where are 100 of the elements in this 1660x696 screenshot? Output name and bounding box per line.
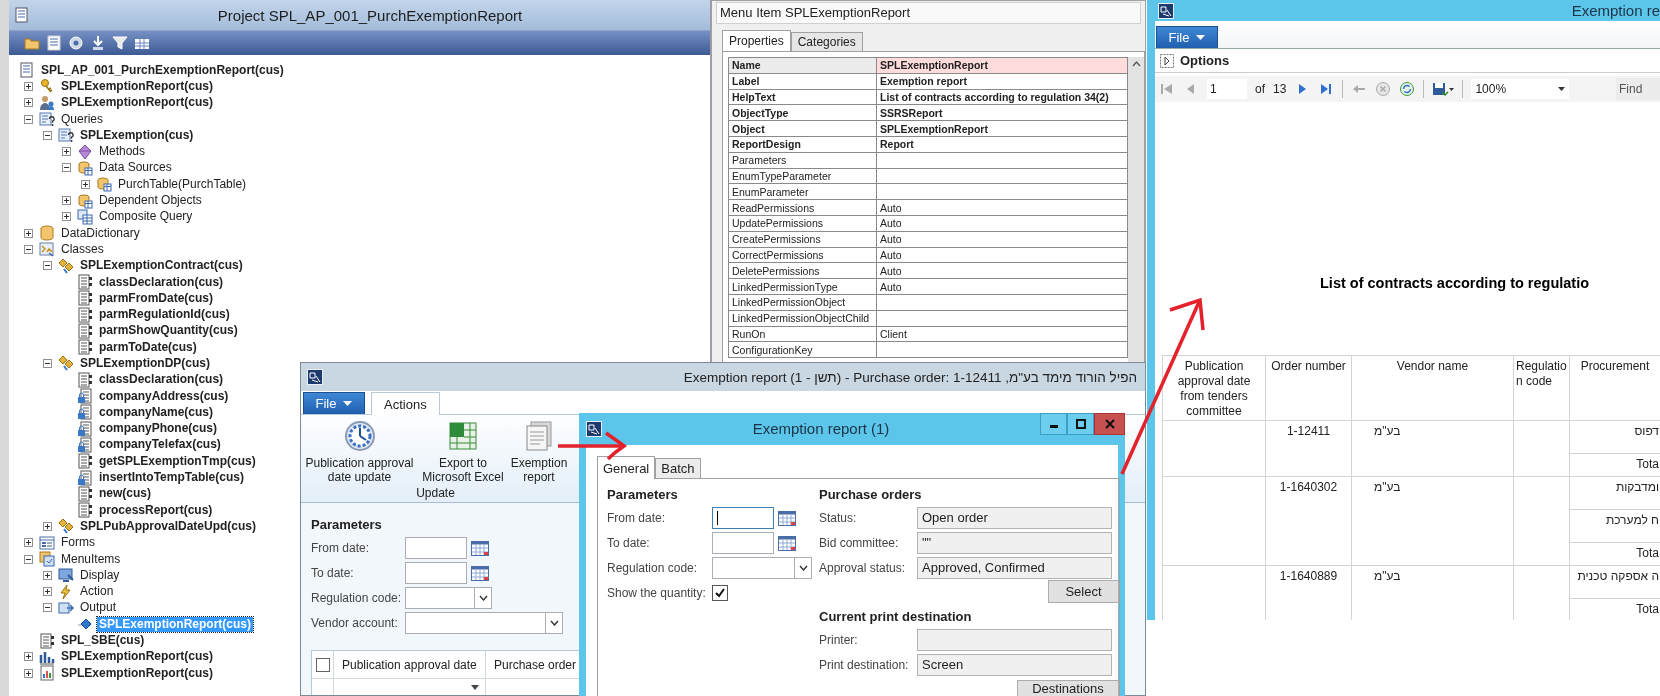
tree-item[interactable]: Data Sources [97, 160, 174, 176]
calendar-icon[interactable] [778, 509, 796, 526]
tree-expander[interactable] [81, 179, 90, 189]
file-menu-button[interactable]: File [1156, 26, 1218, 48]
scrollbar[interactable] [1128, 57, 1144, 364]
tree-expander[interactable] [62, 147, 71, 157]
tree-item[interactable]: classDeclaration(cus) [97, 372, 226, 388]
tree-item[interactable]: parmFromDate(cus) [97, 290, 216, 306]
filter-caret-icon[interactable] [471, 685, 479, 690]
tree-item[interactable]: classDeclaration(cus) [97, 274, 226, 290]
dropdown-field[interactable] [712, 556, 812, 579]
tab[interactable]: Categories [790, 32, 863, 51]
property-value[interactable]: Report [876, 136, 1128, 153]
tab[interactable]: General [597, 456, 656, 479]
ribbon-button[interactable]: Export to Microsoft Excel [418, 420, 508, 484]
tree-item[interactable]: insertIntoTempTable(cus) [97, 470, 246, 486]
tree-item[interactable]: SPLExemption(cus) [78, 127, 196, 143]
date-field[interactable] [712, 531, 774, 554]
tree-item[interactable]: Composite Query [97, 209, 195, 225]
tree-expander[interactable] [43, 261, 52, 271]
tree-item[interactable]: SPL_AP_001_PurchExemptionReport(cus) [39, 62, 286, 78]
calendar-icon[interactable] [471, 564, 489, 581]
tree-expander[interactable] [24, 114, 33, 124]
ribbon-button[interactable]: Exemption report [508, 420, 570, 484]
tree-expander[interactable] [24, 554, 33, 564]
calendar-icon[interactable] [471, 539, 489, 556]
tree-item[interactable]: SPLPubApprovalDateUpd(cus) [78, 518, 258, 534]
maximize-button[interactable] [1067, 413, 1094, 435]
dropdown-field[interactable] [405, 611, 563, 634]
tree-item[interactable]: parmRegulationId(cus) [97, 307, 232, 323]
tree-expander[interactable] [43, 359, 52, 368]
tree-item[interactable]: SPLExemptionContract(cus) [78, 258, 245, 274]
date-field[interactable] [405, 536, 467, 559]
tree-item[interactable]: SPLExemptionReport(cus) [59, 78, 215, 94]
open-folder-icon[interactable] [24, 35, 40, 51]
properties-icon[interactable] [46, 35, 62, 51]
tree-expander[interactable] [62, 212, 71, 222]
filter-icon[interactable] [112, 35, 128, 51]
tree-expander[interactable] [62, 196, 71, 205]
compile-icon[interactable] [68, 35, 84, 51]
property-value[interactable]: Auto [876, 231, 1128, 248]
tree-item[interactable]: Methods [97, 144, 148, 160]
tree-item[interactable]: SPL_SBE(cus) [59, 633, 147, 649]
tree-item[interactable]: Action [78, 584, 116, 600]
tree-item[interactable]: companyTelefax(cus) [97, 437, 223, 453]
tab[interactable]: Batch [655, 458, 701, 478]
tree-expander[interactable] [24, 668, 33, 678]
property-value[interactable]: SPLExemptionReport [876, 120, 1128, 137]
tree-item[interactable]: SPLExemptionDP(cus) [78, 356, 213, 371]
tree-item[interactable]: parmShowQuantity(cus) [97, 323, 240, 339]
property-value[interactable]: List of contracts according to regulation 34(2) [876, 89, 1128, 105]
tree-item[interactable]: Classes [59, 241, 106, 257]
checkbox[interactable] [712, 584, 728, 601]
dialog-button[interactable]: Select [1048, 580, 1119, 603]
dialog-button[interactable]: Destinations [1017, 680, 1119, 696]
tree-expander[interactable] [24, 652, 33, 662]
tree-item[interactable]: PurchTable(PurchTable) [116, 176, 249, 192]
refresh-icon[interactable] [1399, 81, 1416, 97]
scroll-up-icon[interactable] [1131, 61, 1141, 67]
calendar-icon[interactable] [778, 534, 796, 551]
tree-expander[interactable] [43, 587, 52, 597]
property-value[interactable]: Auto [876, 262, 1128, 279]
tree-item[interactable]: Forms [59, 535, 97, 551]
tree-item[interactable]: Output [78, 600, 119, 616]
file-menu-button[interactable]: File [303, 392, 365, 414]
page-number-field[interactable]: 1 [1207, 79, 1247, 99]
save-icon[interactable] [1432, 81, 1455, 97]
date-field[interactable] [405, 561, 467, 584]
tree-expander[interactable] [24, 228, 33, 238]
import-icon[interactable] [90, 35, 106, 51]
tree-item[interactable]: companyPhone(cus) [97, 421, 220, 437]
tree-expander[interactable] [24, 538, 33, 548]
tree-item[interactable]: processReport(cus) [97, 502, 215, 518]
tree-item[interactable]: SPLExemptionReport(cus) [59, 665, 215, 681]
tree-item[interactable]: parmToDate(cus) [97, 339, 199, 355]
tree-item[interactable]: DataDictionary [59, 225, 142, 241]
dropdown-field[interactable] [405, 586, 492, 609]
tree-item[interactable]: Queries [59, 111, 106, 127]
tree-item[interactable]: new(cus) [97, 486, 153, 502]
tree-expander[interactable] [43, 130, 52, 140]
tree-expander[interactable] [62, 163, 71, 173]
tree-item[interactable]: SPLExemptionReport(cus) [59, 95, 215, 111]
property-value[interactable]: Auto [876, 278, 1128, 295]
find-button[interactable]: Find [1616, 78, 1660, 100]
tree-item[interactable]: companyName(cus) [97, 404, 216, 420]
tree-expander[interactable] [24, 244, 33, 254]
select-all-checkbox[interactable] [315, 657, 330, 672]
tree-item[interactable]: MenuItems [59, 551, 123, 567]
property-value[interactable]: Client [876, 326, 1128, 342]
tree-item[interactable]: companyAddress(cus) [97, 388, 231, 404]
options-button[interactable]: Options [1160, 53, 1230, 68]
tree-expander[interactable] [43, 603, 52, 613]
tree-expander[interactable] [24, 98, 33, 108]
tree-item[interactable]: Display [78, 567, 122, 583]
close-button[interactable] [1094, 413, 1125, 435]
tree-item[interactable]: Dependent Objects [97, 193, 204, 208]
property-value[interactable]: Auto [876, 247, 1128, 263]
tree-item[interactable]: SPLExemptionReport(cus) [59, 649, 215, 665]
date-field[interactable] [712, 506, 774, 529]
tree-expander[interactable] [43, 521, 52, 531]
